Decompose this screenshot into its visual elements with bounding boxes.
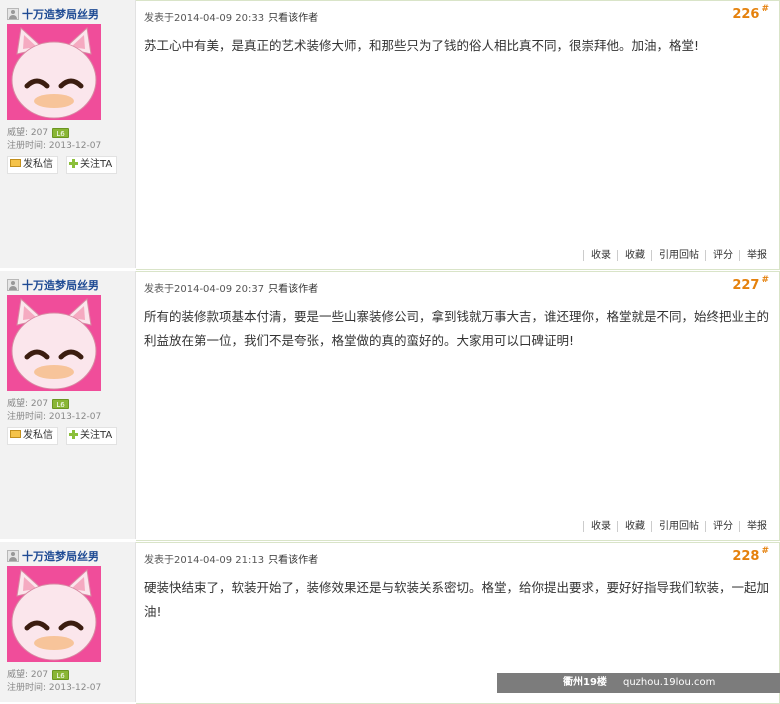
watermark-brand: 衢州19楼 — [563, 677, 607, 688]
post-content: 发表于2014-04-09 20:37 只看该作者 227 # 所有的装修款项基本付… — [136, 271, 780, 541]
post-date: 发表于2014-04-09 20:37 只看该作者 — [144, 284, 319, 295]
floor-number[interactable]: 228 # — [732, 546, 769, 564]
register-date: 注册时间: 2013-12-07 — [7, 141, 102, 151]
register-date: 注册时间: 2013-12-07 — [7, 683, 102, 693]
action-collect[interactable]: 收录 — [583, 250, 617, 261]
user-icon — [7, 8, 19, 20]
plus-icon — [69, 158, 78, 168]
author-username[interactable]: 十万造梦局丝男 — [22, 6, 99, 22]
floor-number[interactable]: 227 # — [732, 275, 769, 293]
level-badge: L6 — [52, 669, 70, 680]
only-author-link[interactable]: 只看该作者 — [268, 555, 318, 566]
watermark-url: quzhou.19lou.com — [623, 677, 716, 688]
post-226: 十万造梦局丝男 威望: 207 L6 注册时间: 2013-12-07 发私信 关… — [0, 0, 780, 270]
action-report[interactable]: 举报 — [739, 250, 773, 261]
level-badge: L6 — [52, 127, 70, 138]
action-collect[interactable]: 收录 — [583, 521, 617, 532]
post-body: 苏工心中有美，是真正的艺术装修大师，和那些只为了钱的俗人相比真不同，很崇拜他。加… — [144, 38, 700, 53]
action-rate[interactable]: 评分 — [705, 250, 739, 261]
post-227: 十万造梦局丝男 威望: 207 L6 注册时间: 2013-12-07 发私信 关… — [0, 271, 780, 541]
follow-button[interactable]: 关注TA — [66, 427, 118, 445]
avatar[interactable] — [7, 24, 101, 120]
author-sidebar: 十万造梦局丝男 威望: 207 L6 注册时间: 2013-12-07 发私信 关… — [0, 271, 136, 539]
post-body: 所有的装修款项基本付清，要是一些山寨装修公司，拿到钱就万事大吉，谁还理你，格堂就… — [144, 309, 770, 348]
prestige: 威望: 207 L6 — [7, 398, 70, 410]
only-author-link[interactable]: 只看该作者 — [268, 13, 318, 24]
author-sidebar: 十万造梦局丝男 威望: 207 L6 注册时间: 2013-12-07 — [0, 542, 136, 702]
avatar[interactable] — [7, 566, 101, 662]
plus-icon — [69, 429, 78, 439]
author-username[interactable]: 十万造梦局丝男 — [22, 548, 99, 564]
follow-button[interactable]: 关注TA — [66, 156, 118, 174]
action-rate[interactable]: 评分 — [705, 521, 739, 532]
post-actions: 收录 收藏 引用回帖 评分 举报 — [583, 246, 773, 261]
post-date: 发表于2014-04-09 20:33 只看该作者 — [144, 13, 319, 24]
level-badge: L6 — [52, 398, 70, 409]
author-username[interactable]: 十万造梦局丝男 — [22, 277, 99, 293]
action-quote-reply[interactable]: 引用回帖 — [651, 521, 705, 532]
action-favorite[interactable]: 收藏 — [617, 250, 651, 261]
post-body: 硬装快结束了，软装开始了，装修效果还是与软装关系密切。格堂，给你提出要求，要好好… — [144, 580, 770, 619]
post-actions: 收录 收藏 引用回帖 评分 举报 — [583, 517, 773, 532]
site-watermark: 衢州19楼 quzhou.19lou.com — [497, 673, 780, 693]
action-quote-reply[interactable]: 引用回帖 — [651, 250, 705, 261]
user-icon — [7, 550, 19, 562]
user-icon — [7, 279, 19, 291]
send-message-button[interactable]: 发私信 — [7, 427, 58, 445]
post-date: 发表于2014-04-09 21:13 只看该作者 — [144, 555, 319, 566]
action-report[interactable]: 举报 — [739, 521, 773, 532]
action-favorite[interactable]: 收藏 — [617, 521, 651, 532]
post-content: 发表于2014-04-09 20:33 只看该作者 226 # 苏工心中有美，是真正… — [136, 0, 780, 270]
avatar[interactable] — [7, 295, 101, 391]
mail-icon — [10, 159, 21, 167]
prestige: 威望: 207 L6 — [7, 669, 70, 681]
register-date: 注册时间: 2013-12-07 — [7, 412, 102, 422]
mail-icon — [10, 430, 21, 438]
floor-number[interactable]: 226 # — [732, 4, 769, 22]
only-author-link[interactable]: 只看该作者 — [268, 284, 318, 295]
send-message-button[interactable]: 发私信 — [7, 156, 58, 174]
author-sidebar: 十万造梦局丝男 威望: 207 L6 注册时间: 2013-12-07 发私信 关… — [0, 0, 136, 268]
prestige: 威望: 207 L6 — [7, 127, 70, 139]
